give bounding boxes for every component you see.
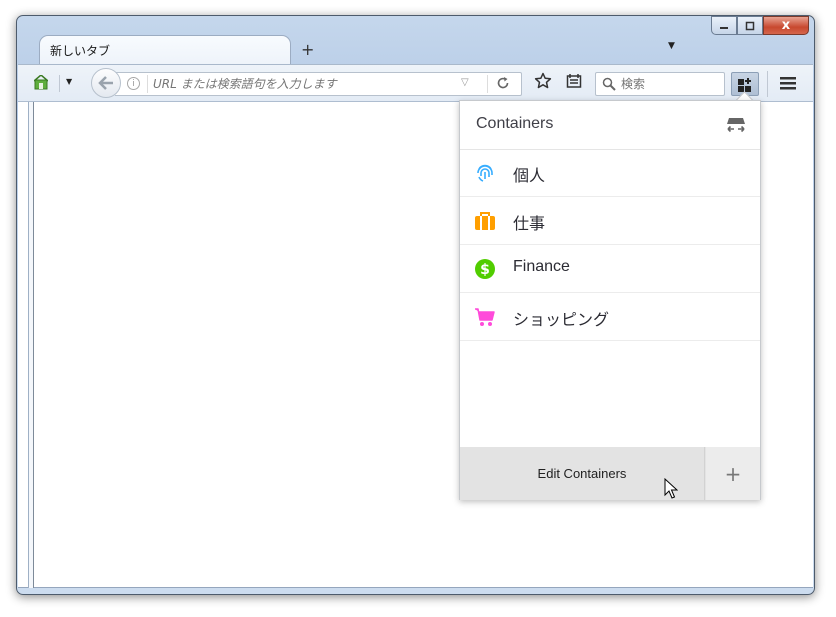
navigation-toolbar: ▼ i ▽ (18, 64, 813, 102)
bookmarks-menu-icon[interactable] (566, 73, 582, 89)
add-container-button[interactable]: + (706, 447, 760, 500)
close-button[interactable]: x (763, 16, 809, 35)
search-icon (602, 77, 616, 91)
new-tab-button[interactable]: + (301, 40, 314, 59)
container-label: 仕事 (513, 216, 546, 233)
panel-title: Containers (476, 115, 554, 132)
home-dropdown-icon[interactable]: ▼ (66, 77, 72, 86)
container-item-work[interactable]: 仕事 (460, 197, 760, 245)
briefcase-icon (475, 212, 495, 230)
back-arrow-icon (98, 76, 113, 90)
back-button[interactable] (91, 68, 121, 98)
panel-footer: Edit Containers + (460, 447, 760, 500)
container-item-shopping[interactable]: ショッピング (460, 293, 760, 341)
hamburger-menu-icon[interactable] (780, 76, 796, 90)
site-info-icon[interactable]: i (127, 77, 140, 90)
sidebar-edge (28, 102, 34, 588)
cart-icon (475, 308, 495, 326)
container-item-personal[interactable]: 個人 (460, 149, 760, 197)
search-input[interactable] (621, 76, 717, 92)
url-bar[interactable]: i ▽ (115, 72, 522, 96)
url-history-dropdown-icon[interactable]: ▽ (461, 77, 469, 88)
svg-text:$: $ (480, 262, 490, 278)
maximize-button[interactable] (737, 16, 763, 35)
minimize-button[interactable] (711, 16, 737, 35)
url-input[interactable] (153, 75, 463, 93)
containers-panel: Containers 個人 仕事 $ Finance ショッピング Edit C… (459, 100, 761, 500)
toolbar-separator (767, 71, 768, 97)
tab-list-chevron-icon[interactable]: ▼ (668, 41, 675, 51)
minimize-icon (720, 26, 728, 29)
container-label: 個人 (513, 168, 546, 185)
window-controls: x (711, 16, 809, 35)
fingerprint-icon (477, 164, 493, 182)
mouse-cursor-icon (664, 478, 678, 499)
container-item-finance[interactable]: $ Finance (460, 245, 760, 293)
url-separator (147, 75, 148, 93)
dollar-icon: $ (475, 259, 495, 279)
close-icon: x (781, 18, 791, 33)
container-home-icon[interactable] (34, 75, 48, 90)
reload-icon[interactable] (496, 76, 510, 90)
bookmark-star-icon[interactable] (534, 72, 552, 90)
tab-new-tab[interactable]: 新しいタブ (39, 35, 291, 65)
url-separator (487, 75, 488, 93)
tab-title: 新しいタブ (50, 44, 111, 58)
search-bar[interactable] (595, 72, 725, 96)
container-label: Finance (513, 258, 570, 275)
container-label: ショッピング (513, 312, 610, 329)
panel-header: Containers (460, 101, 760, 150)
sort-containers-icon[interactable] (726, 116, 746, 134)
maximize-icon (745, 21, 755, 30)
toolbar-separator (59, 75, 60, 92)
